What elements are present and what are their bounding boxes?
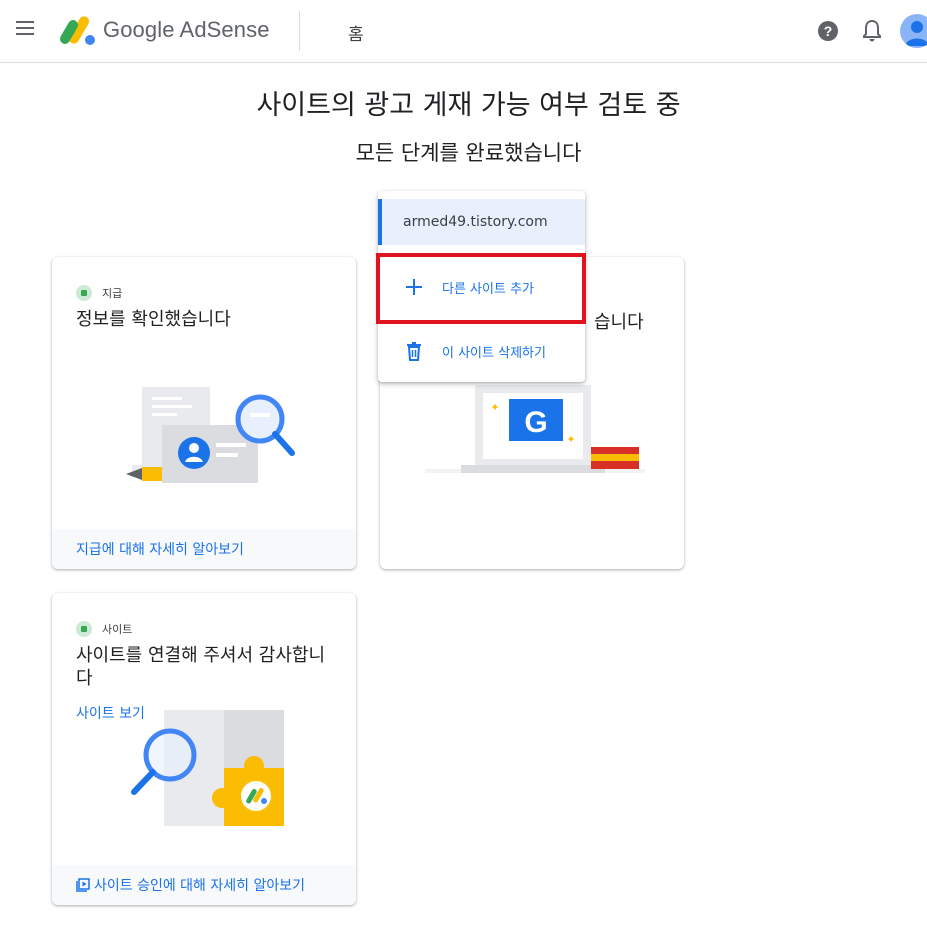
account-avatar[interactable] bbox=[900, 14, 927, 48]
payment-card-title: 정보를 확인했습니다 bbox=[76, 309, 231, 330]
payment-learn-more-link[interactable]: 지급에 대해 자세히 알아보기 bbox=[52, 529, 356, 569]
site-approval-learn-more-link[interactable]: 사이트 승인에 대해 자세히 알아보기 bbox=[52, 865, 356, 905]
svg-text:✦: ✦ bbox=[566, 433, 575, 446]
delete-site-label: 이 사이트 삭제하기 bbox=[442, 345, 546, 361]
svg-text:G: G bbox=[524, 406, 547, 439]
status-complete-icon bbox=[76, 621, 92, 637]
top-app-bar: Google AdSense 홈 ? bbox=[0, 0, 927, 63]
site-card-title: 사이트를 연결해 주셔서 감사합니다 bbox=[76, 645, 326, 689]
brand-name: Google AdSense bbox=[103, 17, 270, 42]
notifications-bell-icon[interactable] bbox=[861, 19, 883, 43]
svg-text:✦: ✦ bbox=[490, 401, 499, 414]
trash-icon bbox=[407, 342, 421, 361]
status-complete-icon bbox=[76, 285, 92, 301]
payment-tag-label: 지급 bbox=[102, 287, 123, 300]
identity-verification-illustration bbox=[126, 387, 295, 483]
adsense-logo[interactable] bbox=[56, 13, 96, 47]
current-site-item[interactable]: armed49.tistory.com bbox=[378, 199, 585, 245]
help-icon[interactable]: ? bbox=[817, 20, 839, 42]
page-title: 홈 bbox=[348, 25, 364, 45]
site-tag-label: 사이트 bbox=[102, 623, 133, 636]
site-card: 사이트 사이트를 연결해 주셔서 감사합니다 사이트 보기 사이트 승인에 대해… bbox=[52, 593, 356, 905]
header-divider bbox=[299, 11, 300, 51]
annotation-highlight-box bbox=[376, 253, 586, 324]
review-card-title: 습니다 bbox=[594, 311, 674, 334]
menu-icon[interactable] bbox=[16, 21, 36, 41]
payment-card: 지급 정보를 확인했습니다 지급에 대해 자세히 알아보기 bbox=[52, 257, 356, 569]
puzzle-magnifier-illustration bbox=[131, 710, 284, 826]
review-card-title-text: 습니다 bbox=[594, 312, 644, 333]
site-tag: 사이트 bbox=[76, 621, 132, 637]
page-subheading: 모든 단계를 완료했습니다 bbox=[355, 141, 582, 165]
video-library-icon bbox=[76, 878, 90, 892]
delete-site-button[interactable]: 이 사이트 삭제하기 bbox=[378, 329, 585, 373]
payment-tag: 지급 bbox=[76, 285, 122, 301]
site-review-illustration: G ✦ ✦ bbox=[425, 385, 645, 473]
site-approval-learn-more-label: 사이트 승인에 대해 자세히 알아보기 bbox=[94, 878, 305, 894]
page-heading: 사이트의 광고 게재 가능 여부 검토 중 bbox=[256, 90, 681, 121]
svg-text:?: ? bbox=[824, 23, 833, 39]
